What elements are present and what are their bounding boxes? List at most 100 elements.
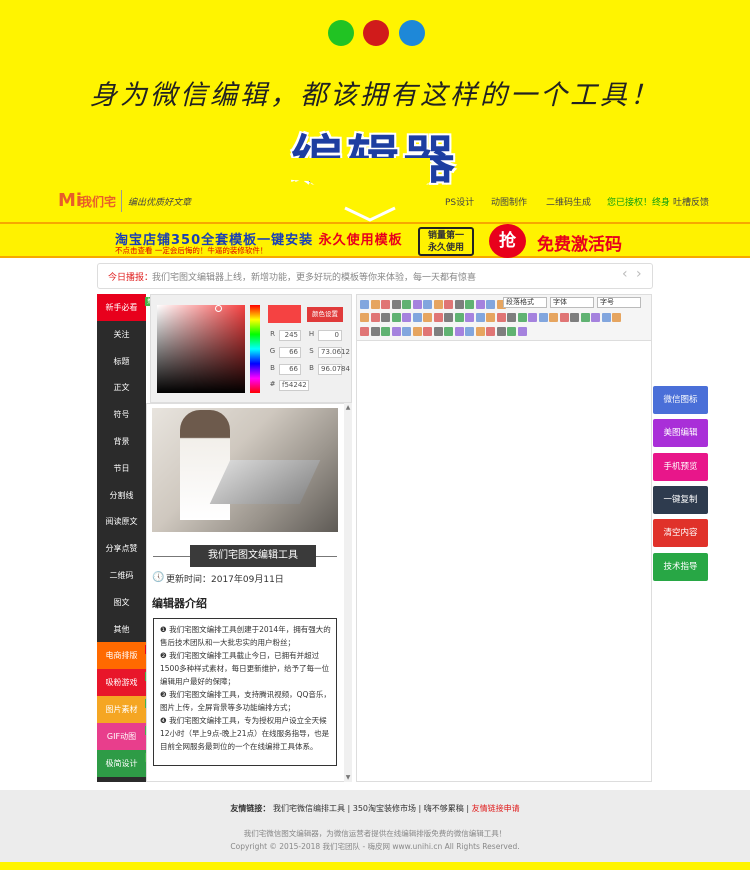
toolbar-tool-icon[interactable] [475, 300, 485, 309]
nav-item-license[interactable]: 您已接权！终身 [607, 195, 670, 208]
toolbar-tool-icon[interactable] [423, 313, 432, 322]
toolbar-tool-icon[interactable] [486, 313, 495, 322]
toolbar-tool-icon[interactable] [465, 300, 474, 309]
toolbar-tool-icon[interactable] [591, 313, 600, 322]
toolbar-tool-icon[interactable] [559, 313, 569, 322]
toolbar-tool-icon[interactable] [444, 300, 453, 309]
toolbar-tool-icon[interactable] [391, 327, 401, 336]
toolbar-tool-icon[interactable] [381, 313, 390, 322]
toolbar-tool-icon[interactable] [444, 313, 453, 322]
font-size-select[interactable]: 字号 [597, 297, 641, 308]
toolbar-tool-icon[interactable] [486, 300, 495, 309]
toolbar-tool-icon[interactable] [465, 327, 474, 336]
friend-link[interactable]: 350淘宝装修市场 [353, 804, 416, 813]
friend-link[interactable]: 我们宅微信编排工具 [273, 804, 345, 813]
toolbar-tool-icon[interactable] [391, 313, 401, 322]
toolbar-tool-icon[interactable] [549, 313, 558, 322]
toolbar-tool-icon[interactable] [475, 327, 485, 336]
sidebar-item[interactable]: GIF动图 [97, 722, 146, 750]
sidebar-item[interactable]: 新手必看 [97, 294, 146, 321]
logo-text[interactable]: 我们宅 [80, 193, 116, 210]
preview-scrollbar[interactable] [344, 403, 352, 782]
sidebar-item[interactable]: 标题 [97, 348, 146, 375]
toolbar-tool-icon[interactable] [412, 327, 422, 336]
preview-title[interactable]: 我们宅图文编辑工具 [190, 545, 316, 567]
nav-item-qrcode[interactable]: 二维码生成 [546, 195, 591, 208]
toolbar-tool-icon[interactable] [454, 313, 464, 322]
sidebar-item[interactable]: 符号 [97, 401, 146, 428]
side-action-button[interactable]: 清空内容 [653, 519, 708, 548]
toolbar-tool-icon[interactable] [517, 327, 527, 336]
toolbar-tool-icon[interactable] [433, 300, 443, 309]
color-gradient-area[interactable] [157, 305, 245, 393]
nav-item-gif[interactable]: 动图制作 [491, 195, 527, 208]
banner-free-code[interactable]: 免费激活码 [537, 230, 622, 255]
side-action-button[interactable]: 技术指导 [653, 552, 708, 581]
toolbar-tool-icon[interactable] [402, 300, 411, 309]
sidebar-item[interactable]: 分割线 [97, 482, 146, 509]
toolbar-tool-icon[interactable] [496, 327, 506, 336]
color-cursor[interactable] [215, 305, 222, 312]
sidebar-item[interactable]: 节日 [97, 455, 146, 482]
side-action-button[interactable]: 一键复制 [653, 485, 708, 514]
sidebar-item[interactable]: 极简设计 [97, 749, 146, 777]
b-field[interactable]: 66 [279, 364, 301, 375]
toolbar-tool-icon[interactable] [507, 327, 516, 336]
toolbar-tool-icon[interactable] [423, 300, 432, 309]
sidebar-item[interactable]: 电商排版 [97, 642, 146, 670]
color-settings-button[interactable]: 颜色设置 [307, 307, 343, 322]
toolbar-tool-icon[interactable] [496, 313, 506, 322]
toolbar-tool-icon[interactable] [444, 327, 453, 336]
h-field[interactable]: 0 [318, 330, 342, 341]
toolbar-tool-icon[interactable] [370, 327, 380, 336]
toolbar-tool-icon[interactable] [360, 327, 369, 336]
rich-text-editor[interactable] [356, 294, 652, 782]
sidebar-item[interactable]: 背景 [97, 428, 146, 455]
toolbar-tool-icon[interactable] [423, 327, 432, 336]
r-field[interactable]: 245 [279, 330, 301, 341]
toolbar-tool-icon[interactable] [528, 313, 537, 322]
sidebar-item[interactable]: 吸粉游戏 [97, 669, 146, 697]
scroll-down-icon[interactable]: ▼ [344, 774, 352, 781]
sidebar-item[interactable]: 二维码 [97, 562, 146, 589]
side-action-button[interactable]: 微信图标 [653, 386, 708, 414]
s-field[interactable]: 73.0612 [318, 347, 350, 358]
hue-slider[interactable] [250, 305, 260, 393]
toolbar-tool-icon[interactable] [601, 313, 611, 322]
toolbar-tool-icon[interactable] [402, 327, 411, 336]
notice-next-icon[interactable]: › [636, 266, 642, 282]
toolbar-tool-icon[interactable] [381, 327, 390, 336]
toolbar-tool-icon[interactable] [517, 313, 527, 322]
toolbar-tool-icon[interactable] [381, 300, 390, 309]
sidebar-item[interactable]: 正文 [97, 374, 146, 401]
toolbar-tool-icon[interactable] [391, 300, 401, 309]
toolbar-tool-icon[interactable] [360, 300, 369, 309]
apply-link[interactable]: 友情链接申请 [472, 804, 520, 813]
nav-item-feedback[interactable]: 吐槽反馈 [673, 195, 709, 208]
sidebar-item[interactable]: 分享点赞 [97, 535, 146, 562]
g-field[interactable]: 66 [279, 347, 301, 358]
toolbar-tool-icon[interactable] [370, 313, 380, 322]
toolbar-tool-icon[interactable] [486, 327, 495, 336]
toolbar-tool-icon[interactable] [360, 313, 369, 322]
toolbar-tool-icon[interactable] [370, 300, 380, 309]
sidebar-item[interactable]: 图文 [97, 589, 146, 616]
hex-field[interactable]: f54242 [279, 380, 309, 391]
font-family-select[interactable]: 字体 [550, 297, 594, 308]
nav-item-ps[interactable]: PS设计 [445, 195, 474, 208]
paragraph-format-select[interactable]: 段落格式 [503, 297, 547, 308]
toolbar-tool-icon[interactable] [454, 300, 464, 309]
sidebar-item[interactable]: 关注 [97, 321, 146, 348]
sidebar-item[interactable]: 其他 [97, 616, 146, 643]
bv-field[interactable]: 96.0784 [318, 364, 350, 375]
notice-prev-icon[interactable]: ‹ [622, 266, 628, 282]
sidebar-item[interactable]: 图片素材 [97, 696, 146, 723]
banner-grab-button[interactable]: 抢 [489, 224, 526, 258]
toolbar-tool-icon[interactable] [475, 313, 485, 322]
scroll-up-icon[interactable]: ▲ [344, 404, 352, 411]
toolbar-tool-icon[interactable] [465, 313, 474, 322]
friend-link[interactable]: 嗨不够累稿 [424, 804, 464, 813]
toolbar-tool-icon[interactable] [570, 313, 579, 322]
logo-mark[interactable]: Mi [58, 190, 82, 211]
toolbar-tool-icon[interactable] [412, 313, 422, 322]
